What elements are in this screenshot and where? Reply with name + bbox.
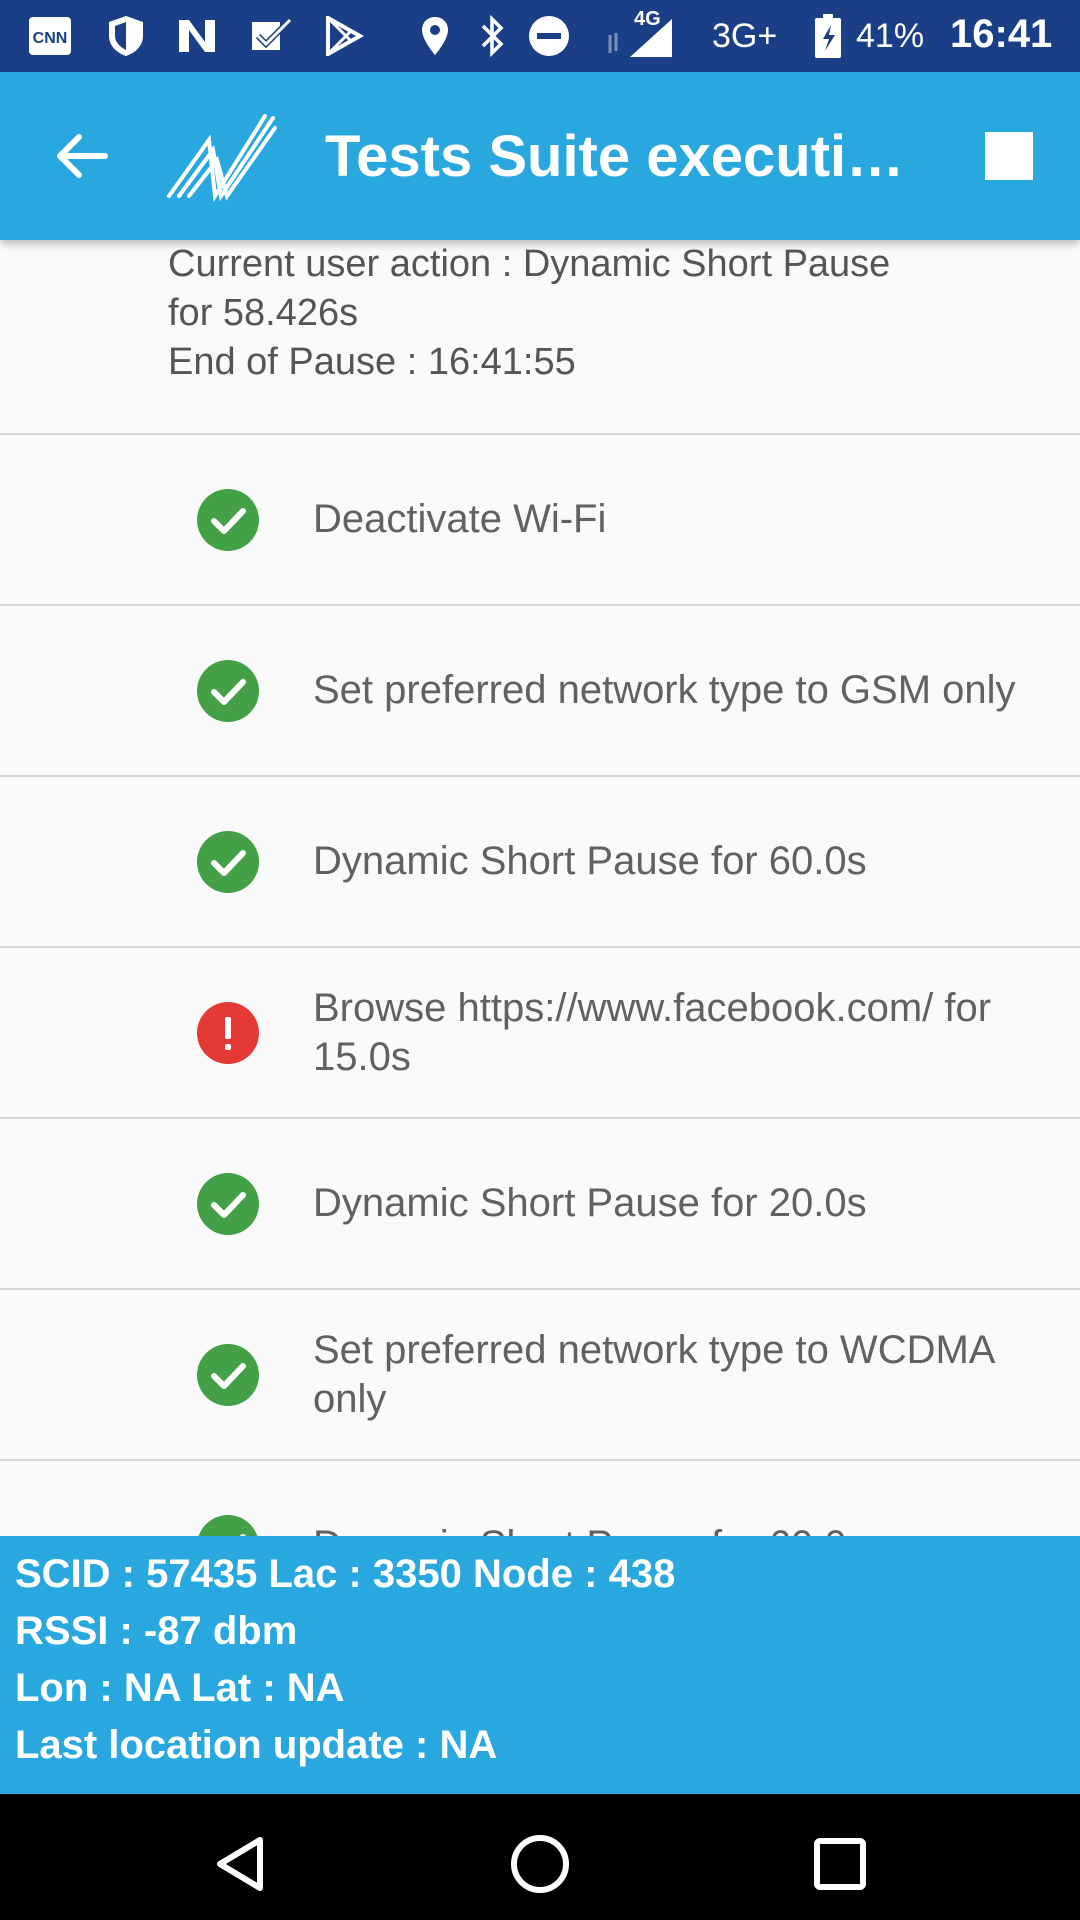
steps-list[interactable]: Current user action : Dynamic Short Paus… <box>0 240 1080 1536</box>
square-recents-icon <box>814 1838 866 1890</box>
do-not-disturb-icon <box>527 14 571 58</box>
status-bar: CNN 4G 3G+ 41% 16:41 <box>0 0 1080 72</box>
network-type: 3G+ <box>712 17 778 55</box>
current-action-line: Current user action : Dynamic Short Paus… <box>168 243 891 285</box>
nav-home-button[interactable] <box>500 1824 580 1904</box>
triangle-back-icon <box>217 1837 263 1891</box>
arrow-left-icon <box>57 134 108 178</box>
rssi-info: RSSI : -87 dbm <box>15 1609 298 1653</box>
current-action-line: for 58.426s <box>168 292 359 334</box>
back-button[interactable] <box>48 122 116 190</box>
location-info: Lon : NA Lat : NA <box>15 1666 345 1710</box>
current-action: Current user action : Dynamic Short Paus… <box>168 240 998 387</box>
nav-recents-button[interactable] <box>800 1824 880 1904</box>
battery-percent: 41% <box>856 17 925 55</box>
stop-button[interactable] <box>985 132 1033 180</box>
location-icon <box>413 14 457 58</box>
list-item[interactable]: Dynamic Short Pause for 60.0s <box>0 777 1080 946</box>
app-logo <box>165 110 277 202</box>
step-label: Set preferred network type to WCDMA only <box>313 1327 994 1421</box>
check-circle-icon <box>197 1172 259 1235</box>
step-label: Dynamic Short Pause for 60.0s <box>313 1521 1058 1536</box>
app-bar: Tests Suite executio… <box>0 72 1080 240</box>
check-circle-icon <box>197 1514 259 1536</box>
navigation-bar <box>0 1794 1080 1920</box>
check-circle-icon <box>197 659 259 722</box>
n-app-icon <box>175 14 219 58</box>
location-update-info: Last location update : NA <box>15 1723 498 1767</box>
check-circle-icon <box>197 488 259 551</box>
play-store-icon <box>322 14 366 58</box>
nav-back-button[interactable] <box>200 1824 280 1904</box>
cell-info: SCID : 57435 Lac : 3350 Node : 438 <box>15 1552 676 1596</box>
list-item[interactable]: Set preferred network type to GSM only <box>0 606 1080 775</box>
step-label: Dynamic Short Pause for 60.0s <box>313 839 867 883</box>
clock: 16:41 <box>950 12 1053 56</box>
cnn-icon: CNN <box>28 14 72 58</box>
battery-icon <box>806 14 850 58</box>
list-item[interactable]: Deactivate Wi-Fi <box>0 435 1080 604</box>
circle-home-icon <box>511 1835 569 1893</box>
check-app-icon <box>250 14 294 58</box>
check-circle-icon <box>197 830 259 893</box>
page-title: Tests Suite executio… <box>325 124 925 189</box>
signal-icon: 4G <box>600 8 690 58</box>
step-label: Browse https://www.facebook.com/ for 15.… <box>313 985 992 1079</box>
check-circle-icon <box>197 1343 259 1406</box>
step-label: Dynamic Short Pause for 20.0s <box>313 1181 867 1225</box>
shield-icon <box>104 14 148 58</box>
list-item[interactable]: Browse https://www.facebook.com/ for 15.… <box>0 948 1080 1117</box>
list-item[interactable]: Dynamic Short Pause for 60.0s <box>0 1461 1080 1536</box>
list-item[interactable]: Dynamic Short Pause for 20.0s <box>0 1119 1080 1288</box>
bluetooth-icon <box>470 14 514 58</box>
list-item[interactable]: Set preferred network type to WCDMA only <box>0 1290 1080 1459</box>
step-label: Deactivate Wi-Fi <box>313 497 607 541</box>
step-label: Set preferred network type to GSM only <box>313 668 1016 712</box>
current-action-line: End of Pause : 16:41:55 <box>168 341 576 383</box>
svg-text:CNN: CNN <box>33 30 68 47</box>
error-icon <box>197 1001 259 1064</box>
network-label: 4G <box>634 8 661 30</box>
network-info-panel: SCID : 57435 Lac : 3350 Node : 438 RSSI … <box>0 1536 1080 1794</box>
